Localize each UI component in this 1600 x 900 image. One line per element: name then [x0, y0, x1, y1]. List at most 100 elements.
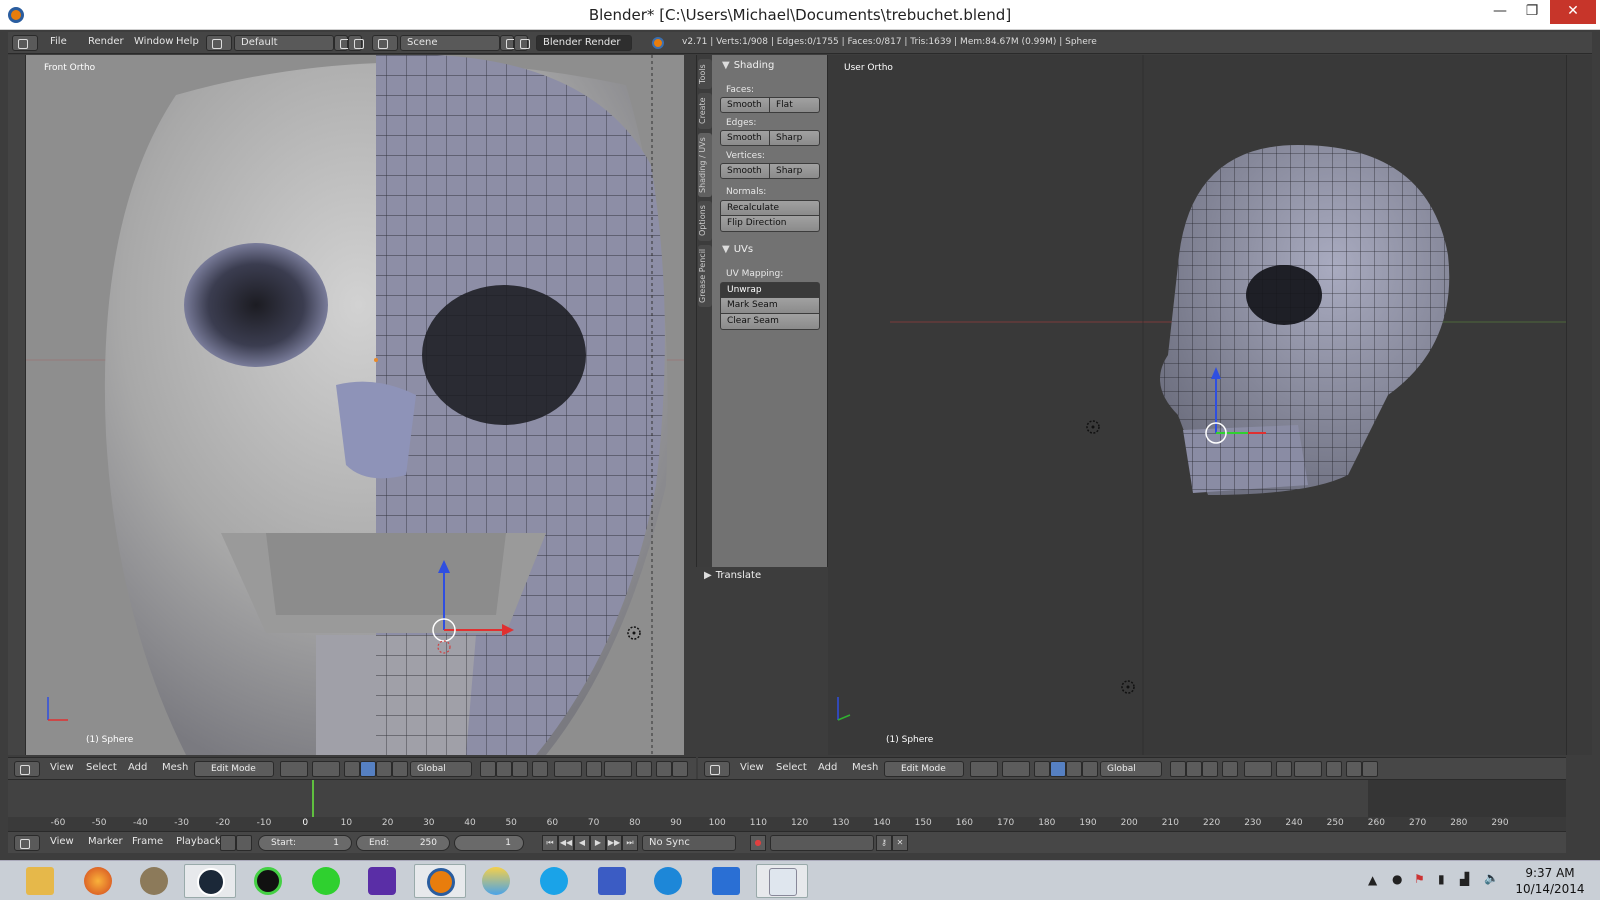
menu-playback[interactable]: Playback [176, 836, 221, 847]
pivot-point-icon[interactable] [312, 761, 340, 777]
scale-manipulator-icon[interactable] [392, 761, 408, 777]
taskbar-skype[interactable] [528, 864, 580, 898]
tab-tools[interactable]: Tools [698, 59, 712, 89]
sync-mode-select[interactable]: No Sync [642, 835, 736, 851]
scale-manipulator-icon[interactable] [1082, 761, 1098, 777]
panel-translate-header[interactable]: ▶ Translate [696, 567, 828, 587]
viewport-front-ortho[interactable]: Front Ortho (1) Sphere [26, 55, 684, 755]
edges-smooth-button[interactable]: Smooth [720, 130, 770, 146]
rotate-manipulator-icon[interactable] [1066, 761, 1082, 777]
panel-shading-header[interactable]: ▼ Shading [712, 57, 828, 77]
menu-view[interactable]: View [50, 762, 74, 773]
taskbar-steam[interactable] [184, 864, 236, 898]
occlude-geometry-icon[interactable] [1326, 761, 1342, 777]
vertices-smooth-button[interactable]: Smooth [720, 163, 770, 179]
close-button[interactable]: ✕ [1550, 0, 1596, 24]
menu-mesh[interactable]: Mesh [852, 762, 878, 773]
opengl-render-icon[interactable] [1362, 761, 1378, 777]
snap-toggle-icon[interactable] [586, 761, 602, 777]
menu-view[interactable]: View [740, 762, 764, 773]
proportional-edit-icon[interactable] [1222, 761, 1238, 777]
mark-seam-button[interactable]: Mark Seam [720, 298, 820, 314]
menu-mesh[interactable]: Mesh [162, 762, 188, 773]
menu-select[interactable]: Select [86, 762, 117, 773]
occlude-geometry-icon[interactable] [636, 761, 652, 777]
menu-file[interactable]: File [50, 36, 67, 47]
maximize-button[interactable]: ❐ [1516, 0, 1548, 24]
taskbar-paint[interactable] [470, 864, 522, 898]
scene-icon[interactable] [372, 35, 398, 51]
timeline-ruler[interactable]: -60 -50 -40 -30 -20 -10 0 10 20 30 40 50 60 70 80 90 100… [8, 817, 1566, 831]
layout-icon[interactable] [206, 35, 232, 51]
taskbar-chart-app[interactable] [756, 864, 808, 898]
faces-smooth-button[interactable]: Smooth [720, 97, 770, 113]
panel-uvs-header[interactable]: ▼ UVs [712, 241, 828, 261]
select-mode-icon[interactable] [1294, 761, 1322, 777]
menu-marker[interactable]: Marker [88, 836, 123, 847]
signal-icon[interactable]: ▟ [1460, 872, 1469, 886]
record-icon[interactable]: ● [750, 835, 766, 851]
transform-orientation-select[interactable]: Global [1100, 761, 1162, 777]
steam-tray-icon[interactable]: ● [1392, 872, 1402, 886]
tab-options[interactable]: Options [698, 201, 712, 241]
viewport-user-ortho[interactable]: User Ortho (1) Sphere [828, 55, 1566, 755]
preview-range-icon[interactable] [220, 835, 236, 851]
render-engine-select[interactable]: Blender Render [536, 35, 632, 51]
jump-end-icon[interactable]: ⏭ [622, 835, 638, 851]
volume-icon[interactable]: 🔈 [1484, 871, 1499, 885]
system-clock[interactable]: 9:37 AM 10/14/2014 [1510, 865, 1590, 897]
taskbar-explorer[interactable] [14, 864, 66, 898]
layer-icon[interactable] [512, 761, 528, 777]
outliner-strip[interactable] [1566, 55, 1592, 755]
select-mode-icon[interactable] [604, 761, 632, 777]
start-frame-field[interactable]: Start: 1 [258, 835, 352, 851]
play-icon[interactable]: ▶ [590, 835, 606, 851]
current-frame-field[interactable]: 1 [454, 835, 524, 851]
mode-select[interactable]: Edit Mode [194, 761, 274, 777]
vertices-sharp-button[interactable]: Sharp [770, 163, 820, 179]
tab-grease-pencil[interactable]: Grease Pencil [698, 245, 712, 307]
menu-help[interactable]: Help [176, 36, 199, 47]
timeline-area[interactable] [8, 779, 1566, 818]
add-layout-icon[interactable] [334, 35, 350, 51]
editor-type-icon[interactable] [704, 761, 730, 777]
menu-frame[interactable]: Frame [132, 836, 163, 847]
show-hidden-icons-icon[interactable]: ▲ [1368, 873, 1377, 887]
clear-seam-button[interactable]: Clear Seam [720, 314, 820, 330]
taskbar-cloud-app[interactable] [300, 864, 352, 898]
layer-icon[interactable] [1170, 761, 1186, 777]
menu-window[interactable]: Window [134, 36, 173, 47]
taskbar-app-calendar[interactable] [586, 864, 638, 898]
recalculate-normals-button[interactable]: Recalculate [720, 200, 820, 216]
timeline-playhead[interactable] [312, 780, 314, 818]
layer-icon[interactable] [496, 761, 512, 777]
menu-add[interactable]: Add [818, 762, 837, 773]
power-icon[interactable]: ▮ [1438, 872, 1445, 886]
taskbar-app-green[interactable] [242, 864, 294, 898]
edges-sharp-button[interactable]: Sharp [770, 130, 820, 146]
menu-render[interactable]: Render [88, 36, 124, 47]
end-frame-field[interactable]: End: 250 [356, 835, 450, 851]
keying-set-field[interactable] [770, 835, 874, 851]
taskbar-firefox[interactable] [72, 864, 124, 898]
remove-layout-icon[interactable] [348, 35, 364, 51]
transform-orientation-select[interactable]: Global [410, 761, 472, 777]
snap-element-icon[interactable] [554, 761, 582, 777]
taskbar-tool-app[interactable] [700, 864, 752, 898]
flip-direction-button[interactable]: Flip Direction [720, 216, 820, 232]
translate-manipulator-icon[interactable] [1050, 761, 1066, 777]
taskbar-skype-business[interactable] [642, 864, 694, 898]
tab-shading-uvs[interactable]: Shading / UVs [698, 133, 712, 197]
insert-keyframe-icon[interactable]: ⚷ [876, 835, 892, 851]
viewport-shading-icon[interactable] [280, 761, 308, 777]
mode-select[interactable]: Edit Mode [884, 761, 964, 777]
play-reverse-icon[interactable]: ◀ [574, 835, 590, 851]
pivot-point-icon[interactable] [1002, 761, 1030, 777]
render-preview-icon[interactable] [1346, 761, 1362, 777]
editor-type-icon[interactable] [14, 761, 40, 777]
jump-keyframe-forward-icon[interactable]: ▶▶ [606, 835, 622, 851]
manipulator-toggle-icon[interactable] [1034, 761, 1050, 777]
taskbar-blender[interactable] [414, 864, 466, 898]
editor-type-icon[interactable] [12, 35, 38, 51]
snap-element-icon[interactable] [1244, 761, 1272, 777]
